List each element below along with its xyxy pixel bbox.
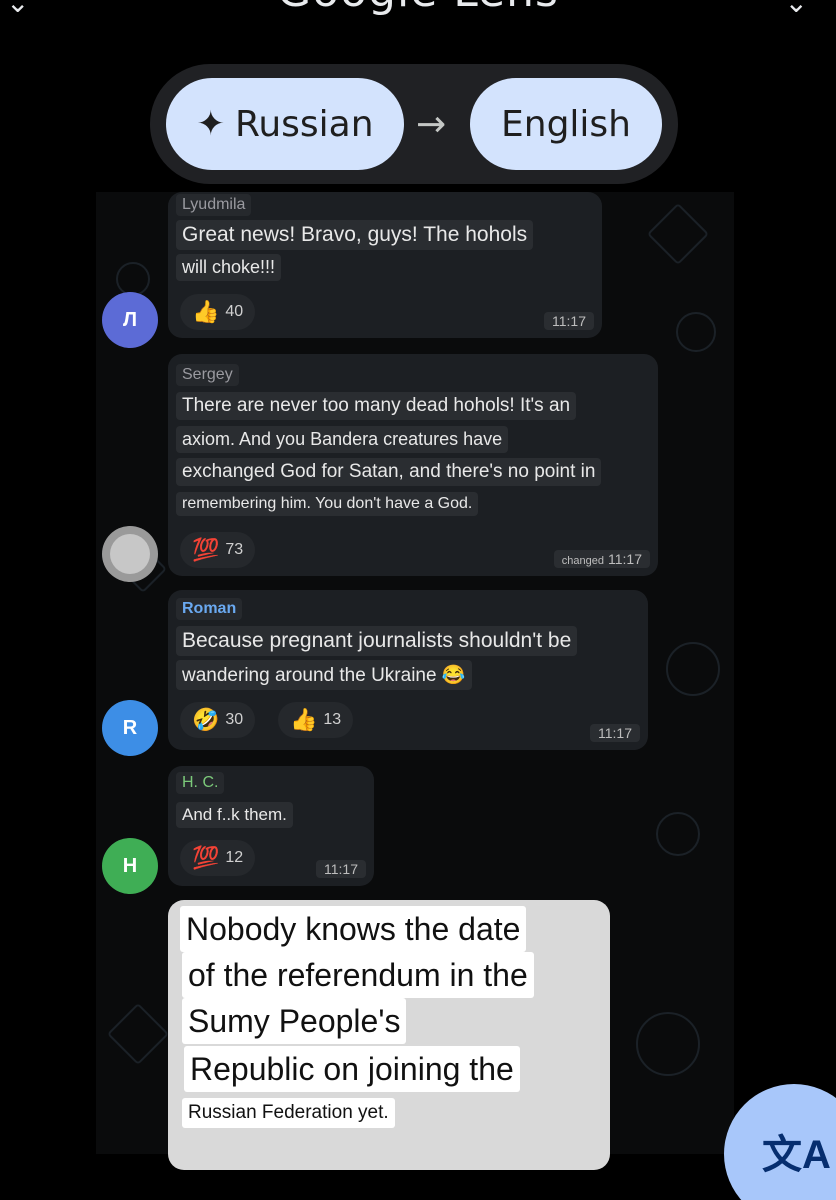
message-line: There are never too many dead hohols! It… — [176, 392, 577, 420]
message-line: Because pregnant journalists shouldn't b… — [176, 626, 578, 656]
message-line: remembering him. You don't have a God. — [176, 492, 479, 516]
avatar[interactable] — [102, 526, 158, 582]
translated-message-bubble[interactable]: Nobody knows the date of the referendum … — [168, 900, 610, 1170]
menu-icon[interactable]: ⌄ — [785, 0, 808, 19]
sender-name: Roman — [176, 598, 243, 620]
sparkle-icon: ✦ — [196, 104, 225, 144]
translated-line: Republic on joining the — [184, 1046, 520, 1092]
reaction-chip[interactable]: 💯 73 — [180, 532, 256, 568]
source-language-button[interactable]: ✦ Russian — [166, 78, 404, 170]
reaction-count: 40 — [225, 303, 244, 320]
avatar-letter: Л — [122, 308, 138, 331]
message-line: wandering around the Ukraine 😂 — [176, 660, 472, 690]
reaction-chip[interactable]: 🤣 30 — [180, 702, 256, 738]
sender-name: Sergey — [176, 364, 239, 386]
arrow-right-icon: → — [416, 104, 447, 145]
reaction-count: 30 — [225, 711, 244, 728]
message-bubble[interactable]: Roman Because pregnant journalists shoul… — [168, 590, 648, 750]
reaction-count: 12 — [225, 849, 244, 866]
target-language-label: English — [501, 103, 631, 145]
background-doodle — [116, 262, 150, 296]
avatar[interactable]: H — [102, 838, 158, 894]
translated-line: Nobody knows the date — [180, 906, 527, 952]
background-doodle — [666, 642, 720, 696]
reaction-chip[interactable]: 👍 40 — [180, 294, 256, 330]
avatar[interactable]: Л — [102, 292, 158, 348]
hundred-points-icon: 💯 — [192, 845, 220, 870]
hundred-points-icon: 💯 — [192, 537, 220, 562]
message-time: 11:17 — [316, 860, 366, 878]
reaction-count: 73 — [225, 541, 244, 558]
reaction-chip[interactable]: 💯 12 — [180, 840, 256, 876]
message-time: 11:17 — [544, 312, 594, 330]
sender-name: H. C. — [176, 772, 225, 794]
avatar-letter: H — [122, 854, 138, 877]
avatar-photo — [110, 534, 150, 574]
message-time: changed 11:17 — [553, 550, 650, 568]
message-line: axiom. And you Bandera creatures have — [176, 426, 509, 453]
message-bubble[interactable]: Lyudmila Great news! Bravo, guys! The ho… — [168, 192, 602, 338]
background-doodle — [646, 202, 710, 266]
translate-fab[interactable]: 文A — [724, 1084, 836, 1200]
reaction-chip[interactable]: 👍 13 — [278, 702, 354, 738]
translated-line: Russian Federation yet. — [182, 1098, 395, 1128]
message-line: Great news! Bravo, guys! The hohols — [176, 220, 534, 250]
message-bubble[interactable]: H. C. And f..k them. 💯 12 11:17 — [168, 766, 374, 886]
translated-line: Sumy People's — [182, 998, 407, 1044]
source-language-label: Russian — [234, 103, 374, 145]
target-language-button[interactable]: English — [470, 78, 662, 170]
background-doodle — [676, 312, 716, 352]
background-doodle — [636, 1012, 700, 1076]
translate-icon: 文A — [762, 1133, 831, 1177]
message-line: will choke!!! — [176, 254, 282, 281]
thumbs-up-icon: 👍 — [290, 707, 318, 732]
app-title: Google Lens — [0, 0, 836, 17]
rofl-icon: 🤣 — [192, 707, 220, 732]
message-line: And f..k them. — [176, 802, 293, 828]
language-selector: ✦ Russian → English — [150, 64, 678, 184]
avatar[interactable]: R — [102, 700, 158, 756]
message-bubble[interactable]: Sergey There are never too many dead hoh… — [168, 354, 658, 576]
sender-name: Lyudmila — [176, 194, 252, 216]
background-doodle — [106, 1002, 170, 1066]
reaction-count: 13 — [323, 711, 342, 728]
message-line: exchanged God for Satan, and there's no … — [176, 458, 602, 486]
avatar-letter: R — [122, 716, 138, 739]
message-time: 11:17 — [590, 724, 640, 742]
edited-label: changed — [561, 555, 604, 567]
translated-line: of the referendum in the — [182, 952, 534, 998]
background-doodle — [656, 812, 700, 856]
thumbs-up-icon: 👍 — [192, 299, 220, 324]
